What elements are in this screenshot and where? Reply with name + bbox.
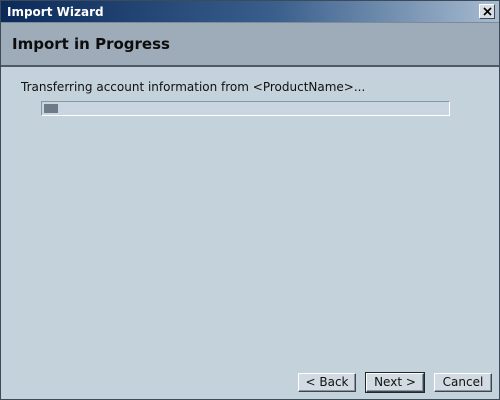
close-icon bbox=[483, 7, 492, 16]
page-title: Import in Progress bbox=[12, 35, 170, 53]
progress-fill bbox=[44, 104, 58, 113]
progress-bar bbox=[41, 101, 450, 116]
status-text: Transferring account information from <P… bbox=[21, 80, 366, 94]
import-wizard-window: Import Wizard Import in Progress Transfe… bbox=[0, 0, 500, 400]
close-button[interactable] bbox=[479, 4, 495, 19]
cancel-button[interactable]: Cancel bbox=[434, 373, 492, 392]
next-button[interactable]: Next > bbox=[365, 372, 425, 393]
back-button[interactable]: < Back bbox=[298, 373, 356, 392]
window-title: Import Wizard bbox=[7, 5, 104, 19]
title-bar[interactable]: Import Wizard bbox=[1, 1, 499, 23]
wizard-header: Import in Progress bbox=[1, 23, 499, 67]
